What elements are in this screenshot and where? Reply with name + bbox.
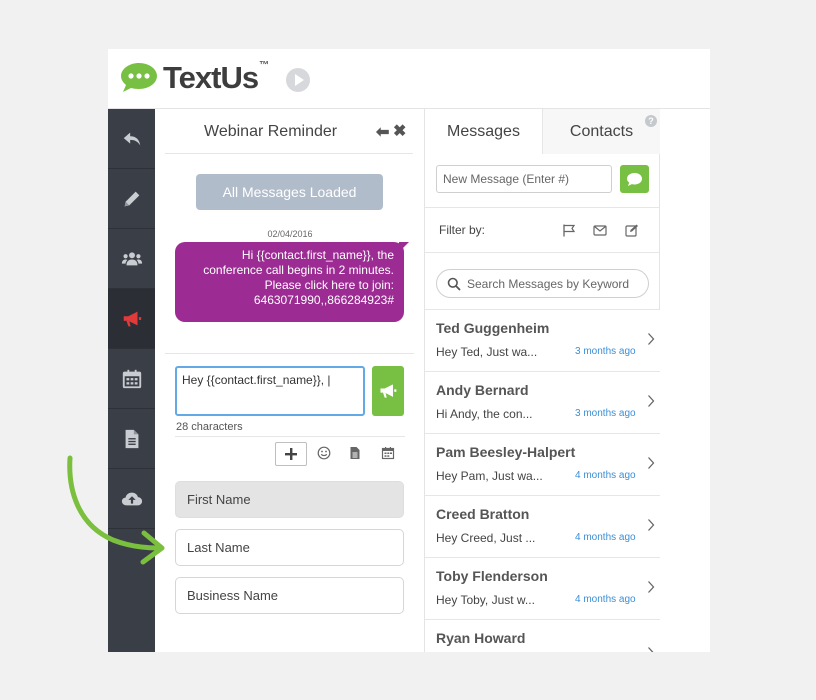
message-time: 4 months ago: [575, 470, 636, 481]
field-option-first-name[interactable]: First Name: [175, 481, 404, 518]
plus-icon: [285, 448, 297, 460]
divider: [165, 353, 414, 354]
smiley-icon[interactable]: [317, 446, 331, 460]
chevron-right-icon: [648, 457, 655, 469]
megaphone-icon: [380, 384, 397, 398]
chevron-right-icon: [648, 333, 655, 345]
all-messages-loaded-button[interactable]: All Messages Loaded: [196, 174, 383, 210]
megaphone-icon: [123, 311, 141, 326]
top-bar: TextUs™: [108, 49, 710, 109]
message-preview: Hey Ted, Just wa...: [436, 345, 538, 359]
conversation-row[interactable]: Toby Flenderson Hey Toby, Just w... 4 mo…: [425, 557, 660, 619]
message-preview: Hey Toby, Just w...: [436, 593, 535, 607]
close-icon[interactable]: ✖: [393, 121, 406, 141]
back-arrow-icon[interactable]: ⬅: [376, 122, 389, 142]
message-preview: Hey Pam, Just wa...: [436, 469, 543, 483]
nav-item-schedule[interactable]: [108, 349, 155, 409]
chevron-right-icon: [648, 519, 655, 531]
message-compose-input[interactable]: Hey {{contact.first_name}}, |: [175, 366, 365, 416]
trademark: ™: [259, 60, 270, 71]
document-icon[interactable]: [348, 446, 362, 460]
speech-bubble-icon: [627, 172, 642, 186]
contact-name: Toby Flenderson: [436, 568, 548, 584]
users-icon: [121, 251, 142, 265]
send-campaign-button[interactable]: [372, 366, 404, 416]
speech-bubble-logo-icon: [121, 63, 157, 92]
conversation-row[interactable]: Ryan Howard: [425, 619, 660, 652]
insert-field-button[interactable]: [275, 442, 307, 466]
nav-item-campaigns[interactable]: [108, 289, 155, 349]
chevron-right-icon: [648, 581, 655, 593]
chevron-right-icon: [648, 395, 655, 407]
message-search-input[interactable]: Search Messages by Keyword: [436, 269, 649, 298]
nav-item-reply[interactable]: [108, 109, 155, 169]
nav-item-contacts[interactable]: [108, 229, 155, 289]
message-time: 3 months ago: [575, 346, 636, 357]
field-option-business-name[interactable]: Business Name: [175, 577, 404, 614]
brand-logo: TextUs™: [163, 60, 270, 95]
edit-icon[interactable]: [625, 224, 639, 237]
contact-name: Ted Guggenheim: [436, 320, 550, 336]
new-message-button[interactable]: [620, 165, 649, 193]
contact-name: Creed Bratton: [436, 506, 530, 522]
message-time: 4 months ago: [575, 532, 636, 543]
annotation-arrow-icon: [67, 455, 165, 565]
character-count: 28 characters: [176, 421, 243, 433]
message-preview: Hi Andy, the con...: [436, 407, 533, 421]
search-icon: [447, 277, 461, 291]
conversation-row[interactable]: Andy Bernard Hi Andy, the con... 3 month…: [425, 371, 660, 433]
campaign-header: Webinar Reminder ⬅ ✖: [165, 109, 413, 154]
messages-panel: Messages Contacts ? New Message (Enter #…: [425, 109, 660, 652]
conversation-row[interactable]: Pam Beesley-Halpert Hey Pam, Just wa... …: [425, 433, 660, 495]
reply-icon: [123, 132, 140, 145]
contact-name: Andy Bernard: [436, 382, 529, 398]
conversation-row[interactable]: Creed Bratton Hey Creed, Just ... 4 mont…: [425, 495, 660, 557]
tab-contacts[interactable]: Contacts: [543, 109, 660, 154]
sent-message-bubble: Hi {{contact.first_name}}, the conferenc…: [175, 242, 404, 322]
chevron-right-icon: [648, 647, 654, 652]
play-video-icon[interactable]: [286, 68, 310, 92]
divider: [175, 436, 405, 437]
calendar-icon: [122, 369, 141, 388]
left-navigation: [108, 109, 155, 652]
message-date: 02/04/2016: [267, 229, 313, 239]
nav-item-compose[interactable]: [108, 169, 155, 229]
search-placeholder: Search Messages by Keyword: [467, 277, 630, 291]
conversation-row[interactable]: Ted Guggenheim Hey Ted, Just wa... 3 mon…: [425, 309, 660, 371]
contact-name: Ryan Howard: [436, 630, 526, 646]
panel-tabs: Messages Contacts ?: [425, 109, 660, 154]
message-time: 3 months ago: [575, 408, 636, 419]
filter-label: Filter by:: [439, 223, 486, 237]
document-icon: [125, 429, 138, 448]
textus-app: TextUs™ Webinar Reminder ⬅ ✖ All Message…: [108, 49, 710, 652]
new-message-input[interactable]: New Message (Enter #): [436, 165, 612, 193]
help-icon[interactable]: ?: [645, 115, 657, 127]
message-preview: Hey Creed, Just ...: [436, 531, 536, 545]
bubble-tail: [399, 242, 409, 252]
field-option-last-name[interactable]: Last Name: [175, 529, 404, 566]
pencil-icon: [124, 191, 139, 206]
campaign-title: Webinar Reminder: [204, 123, 338, 140]
calendar-icon[interactable]: [381, 446, 395, 460]
campaign-panel: Webinar Reminder ⬅ ✖ All Messages Loaded…: [155, 109, 425, 652]
tab-messages[interactable]: Messages: [425, 109, 543, 154]
message-time: 4 months ago: [575, 594, 636, 605]
filter-bar: Filter by:: [425, 207, 660, 253]
contact-name: Pam Beesley-Halpert: [436, 444, 576, 460]
envelope-icon[interactable]: [593, 224, 607, 237]
flag-icon[interactable]: [562, 224, 576, 237]
